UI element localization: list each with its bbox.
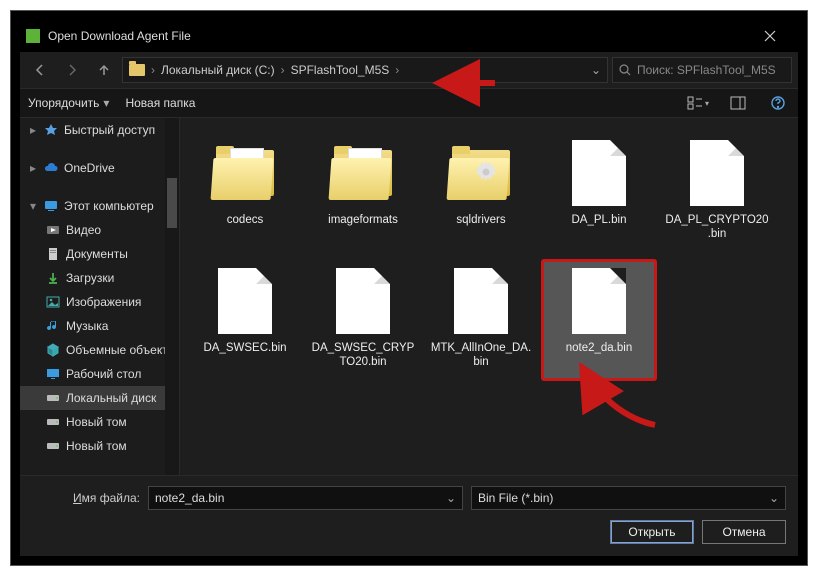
open-button[interactable]: Открыть <box>610 520 694 544</box>
breadcrumb-folder[interactable]: SPFlashTool_M5S <box>291 63 390 77</box>
desktop-icon <box>46 367 60 381</box>
file-icon <box>690 140 744 206</box>
preview-pane-button[interactable] <box>726 92 750 114</box>
file-label: note2_da.bin <box>562 342 637 356</box>
window-title: Open Download Agent File <box>48 29 748 43</box>
file-icon <box>336 268 390 334</box>
file-icon <box>218 268 272 334</box>
cancel-button[interactable]: Отмена <box>702 520 786 544</box>
dialog-footer: Имя файла: note2_da.bin ⌄ Bin File (*.bi… <box>20 475 798 556</box>
chevron-down-icon[interactable]: ⌄ <box>446 491 456 505</box>
file-label: imageformats <box>324 214 402 228</box>
search-placeholder: Поиск: SPFlashTool_M5S <box>637 63 776 77</box>
sidebar-item-downloads[interactable]: Загрузки <box>20 266 179 290</box>
titlebar: Open Download Agent File <box>20 20 798 52</box>
file-label: DA_SWSEC.bin <box>199 342 290 356</box>
file-item[interactable]: DA_PL_CRYPTO20.bin <box>660 132 774 252</box>
star-icon <box>44 123 58 137</box>
search-input[interactable]: Поиск: SPFlashTool_M5S <box>612 57 792 83</box>
chevron-right-icon: › <box>395 63 399 77</box>
cube-icon <box>46 343 60 357</box>
folder-icon <box>212 146 278 200</box>
pc-icon <box>44 199 58 213</box>
chevron-down-icon: ▾ <box>705 99 709 108</box>
sidebar-item-music[interactable]: Музыка <box>20 314 179 338</box>
sidebar-item-onedrive[interactable]: ▸OneDrive <box>20 156 179 180</box>
folder-icon <box>330 146 396 200</box>
sidebar-item-documents[interactable]: Документы <box>20 242 179 266</box>
breadcrumb[interactable]: › Локальный диск (C:) › SPFlashTool_M5S … <box>122 57 608 83</box>
gear-icon <box>472 158 500 186</box>
download-icon <box>46 271 60 285</box>
filename-input[interactable]: note2_da.bin ⌄ <box>148 486 463 510</box>
music-icon <box>46 319 60 333</box>
new-folder-button[interactable]: Новая папка <box>125 96 195 110</box>
chevron-down-icon[interactable]: ⌄ <box>591 63 601 77</box>
file-type-filter[interactable]: Bin File (*.bin) ⌄ <box>471 486 786 510</box>
file-item[interactable]: DA_PL.bin <box>542 132 656 252</box>
toolbar: Упорядочить ▾ Новая папка ▾ <box>20 88 798 118</box>
sidebar-item-desktop[interactable]: Рабочий стол <box>20 362 179 386</box>
file-icon <box>572 140 626 206</box>
file-item[interactable]: DA_SWSEC.bin <box>188 260 302 380</box>
documents-icon <box>46 247 60 261</box>
app-icon <box>26 29 40 43</box>
chevron-down-icon: ▾ <box>103 96 109 110</box>
sidebar: ▸Быстрый доступ ▸OneDrive ▾Этот компьюте… <box>20 118 180 475</box>
file-open-dialog: Open Download Agent File › Локальный дис… <box>20 20 798 556</box>
sidebar-item-3d-objects[interactable]: Объемные объекты <box>20 338 179 362</box>
file-item-selected[interactable]: note2_da.bin <box>542 260 656 380</box>
sidebar-item-videos[interactable]: Видео <box>20 218 179 242</box>
file-item[interactable]: DA_SWSEC_CRYPTO20.bin <box>306 260 420 380</box>
file-item[interactable]: sqldrivers <box>424 132 538 252</box>
sidebar-item-quick-access[interactable]: ▸Быстрый доступ <box>20 118 179 142</box>
dialog-body: ▸Быстрый доступ ▸OneDrive ▾Этот компьюте… <box>20 118 798 475</box>
filename-label: Имя файла: <box>32 491 140 505</box>
disk-icon <box>46 415 60 429</box>
chevron-right-icon: › <box>151 63 155 77</box>
nav-forward-button[interactable] <box>58 56 86 84</box>
image-icon <box>46 295 60 309</box>
disk-icon <box>46 439 60 453</box>
file-list[interactable]: codecs imageformats sqldrivers DA_PL.bin <box>180 118 798 475</box>
file-item[interactable]: MTK_AllInOne_DA.bin <box>424 260 538 380</box>
file-label: DA_SWSEC_CRYPTO20.bin <box>306 342 420 370</box>
search-icon <box>619 64 631 76</box>
file-label: DA_PL_CRYPTO20.bin <box>660 214 774 242</box>
video-icon <box>46 223 60 237</box>
nav-back-button[interactable] <box>26 56 54 84</box>
sidebar-item-new-volume-1[interactable]: Новый том <box>20 410 179 434</box>
nav-up-button[interactable] <box>90 56 118 84</box>
file-item[interactable]: codecs <box>188 132 302 252</box>
sidebar-item-this-pc[interactable]: ▾Этот компьютер <box>20 194 179 218</box>
organize-button[interactable]: Упорядочить ▾ <box>28 96 109 110</box>
breadcrumb-drive[interactable]: Локальный диск (C:) <box>161 63 275 77</box>
sidebar-item-new-volume-2[interactable]: Новый том <box>20 434 179 458</box>
view-options-button[interactable]: ▾ <box>686 92 710 114</box>
folder-icon <box>129 64 145 76</box>
chevron-down-icon[interactable]: ⌄ <box>769 491 779 505</box>
address-row: › Локальный диск (C:) › SPFlashTool_M5S … <box>20 52 798 88</box>
help-button[interactable] <box>766 92 790 114</box>
sidebar-item-local-disk[interactable]: Локальный диск <box>20 386 179 410</box>
file-label: DA_PL.bin <box>568 214 631 228</box>
cloud-icon <box>44 161 58 175</box>
sidebar-item-pictures[interactable]: Изображения <box>20 290 179 314</box>
chevron-right-icon: › <box>281 63 285 77</box>
close-icon <box>764 30 776 42</box>
file-label: codecs <box>223 214 267 228</box>
close-button[interactable] <box>748 20 792 52</box>
file-label: MTK_AllInOne_DA.bin <box>424 342 538 370</box>
file-icon <box>572 268 626 334</box>
disk-icon <box>46 391 60 405</box>
file-item[interactable]: imageformats <box>306 132 420 252</box>
scrollbar-vertical[interactable] <box>165 118 179 475</box>
file-icon <box>454 268 508 334</box>
folder-icon <box>448 146 514 200</box>
file-label: sqldrivers <box>452 214 509 228</box>
